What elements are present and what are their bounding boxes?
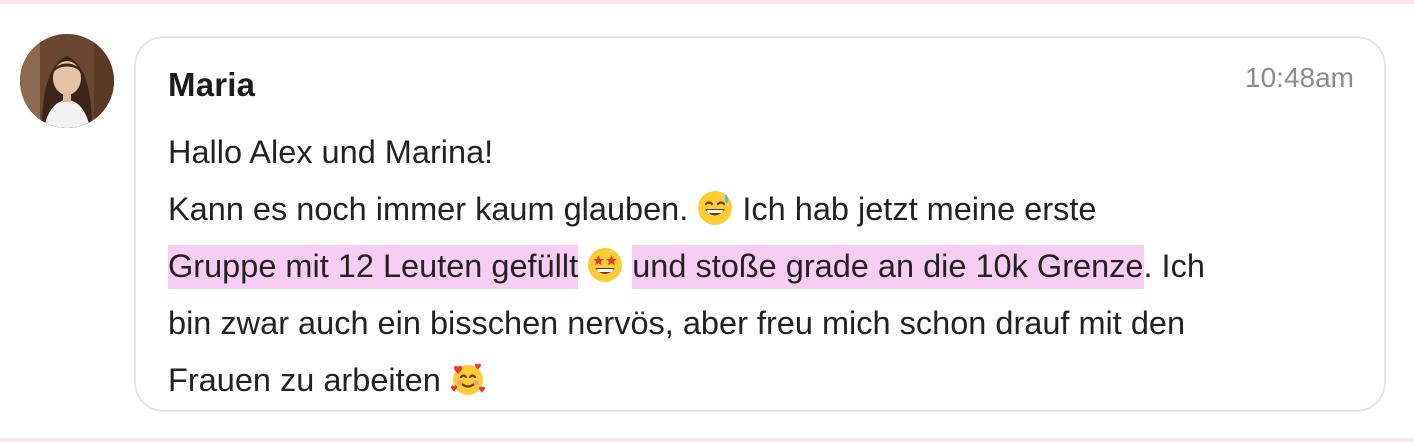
highlight-text: Gruppe mit 12 Leuten gefüllt	[168, 245, 579, 289]
star-struck-emoji-icon	[587, 247, 623, 283]
highlight-text: und stoße grade an die 10k Grenze	[632, 245, 1144, 289]
top-border-strip	[0, 0, 1414, 4]
line-text-after: Ich hab jetzt meine erste	[733, 191, 1097, 227]
message-line-2: Kann es noch immer kaum glauben. Ich hab…	[168, 181, 1358, 238]
line-text: Kann es noch immer kaum glauben.	[168, 191, 689, 227]
avatar[interactable]	[20, 34, 114, 128]
message-bubble: Maria 10:48am Hallo Alex und Marina! Kan…	[134, 36, 1386, 412]
message-timestamp: 10:48am	[1245, 62, 1354, 93]
bottom-border-strip	[0, 438, 1414, 442]
line-text-after: . Ich	[1143, 248, 1205, 284]
grinning-sweat-emoji-icon	[697, 190, 733, 226]
message-line-1: Hallo Alex und Marina!	[168, 134, 494, 170]
message-line-3: Gruppe mit 12 Leuten gefüllt und stoße g…	[168, 238, 1358, 295]
smiling-hearts-emoji-icon	[450, 361, 486, 397]
message-line-5: Frauen zu arbeiten	[168, 352, 1358, 409]
author-name[interactable]: Maria	[168, 66, 255, 104]
message-line-4: bin zwar auch ein bisschen nervös, aber …	[168, 305, 1186, 341]
line-text: Frauen zu arbeiten	[168, 362, 441, 398]
message-body: Hallo Alex und Marina! Kann es noch imme…	[168, 124, 1358, 409]
